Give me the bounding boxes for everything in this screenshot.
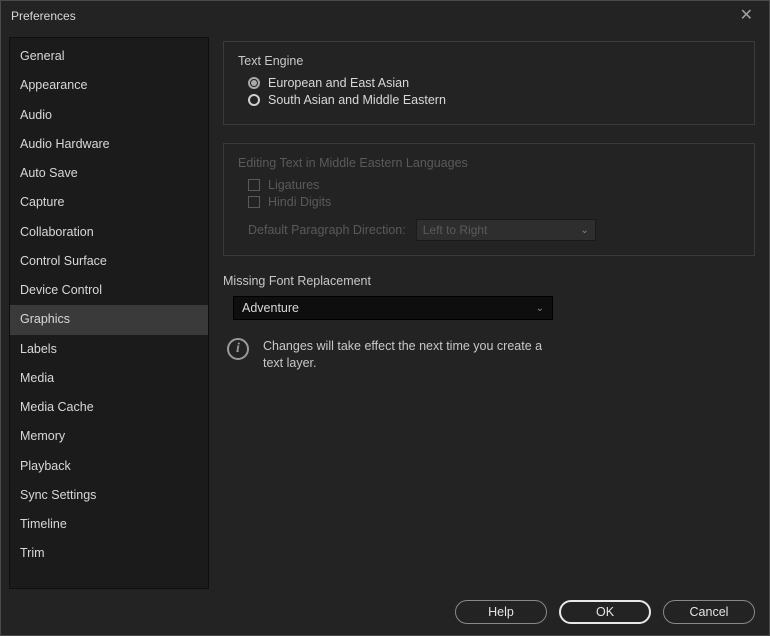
direction-select: Left to Right ⌄ <box>416 219 596 241</box>
middle-eastern-title: Editing Text in Middle Eastern Languages <box>238 156 740 170</box>
dialog-footer: Help OK Cancel <box>1 589 769 635</box>
direction-value: Left to Right <box>423 223 488 237</box>
sidebar-item-appearance[interactable]: Appearance <box>10 71 208 100</box>
sidebar-item-graphics[interactable]: Graphics <box>10 305 208 334</box>
info-notice: i Changes will take effect the next time… <box>223 338 755 372</box>
font-replacement-group: Missing Font Replacement Adventure ⌄ <box>223 274 755 320</box>
checkbox-ligatures: Ligatures <box>248 178 740 192</box>
sidebar-item-media-cache[interactable]: Media Cache <box>10 393 208 422</box>
checkbox-icon <box>248 179 260 191</box>
sidebar-item-device-control[interactable]: Device Control <box>10 276 208 305</box>
text-engine-title: Text Engine <box>238 54 740 68</box>
checkbox-label: Hindi Digits <box>268 195 331 209</box>
sidebar-item-trim[interactable]: Trim <box>10 539 208 568</box>
radio-label: European and East Asian <box>268 76 409 90</box>
preferences-dialog: Preferences ✕ GeneralAppearanceAudioAudi… <box>0 0 770 636</box>
sidebar-item-playback[interactable]: Playback <box>10 452 208 481</box>
radio-icon <box>248 94 260 106</box>
text-engine-group: Text Engine European and East Asian Sout… <box>223 41 755 125</box>
chevron-down-icon: ⌄ <box>536 303 544 314</box>
graphics-panel: Text Engine European and East Asian Sout… <box>217 37 761 589</box>
sidebar-item-general[interactable]: General <box>10 42 208 71</box>
ok-button[interactable]: OK <box>559 600 651 624</box>
chevron-down-icon: ⌄ <box>580 225 588 236</box>
sidebar-item-audio[interactable]: Audio <box>10 101 208 130</box>
sidebar-item-memory[interactable]: Memory <box>10 422 208 451</box>
radio-label: South Asian and Middle Eastern <box>268 93 446 107</box>
sidebar-item-control-surface[interactable]: Control Surface <box>10 247 208 276</box>
font-replacement-select[interactable]: Adventure ⌄ <box>233 296 553 320</box>
help-button[interactable]: Help <box>455 600 547 624</box>
radio-european[interactable]: European and East Asian <box>248 76 740 90</box>
radio-icon <box>248 77 260 89</box>
checkbox-icon <box>248 196 260 208</box>
sidebar-item-capture[interactable]: Capture <box>10 188 208 217</box>
titlebar: Preferences ✕ <box>1 1 769 31</box>
checkbox-label: Ligatures <box>268 178 319 192</box>
sidebar-item-timeline[interactable]: Timeline <box>10 510 208 539</box>
sidebar-item-collaboration[interactable]: Collaboration <box>10 218 208 247</box>
window-title: Preferences <box>11 9 76 23</box>
sidebar-item-labels[interactable]: Labels <box>10 335 208 364</box>
sidebar-item-auto-save[interactable]: Auto Save <box>10 159 208 188</box>
close-icon[interactable]: ✕ <box>734 6 759 26</box>
sidebar-item-media[interactable]: Media <box>10 364 208 393</box>
middle-eastern-group: Editing Text in Middle Eastern Languages… <box>223 143 755 256</box>
cancel-button[interactable]: Cancel <box>663 600 755 624</box>
direction-label: Default Paragraph Direction: <box>248 223 406 237</box>
font-replacement-value: Adventure <box>242 301 299 315</box>
sidebar-item-sync-settings[interactable]: Sync Settings <box>10 481 208 510</box>
info-icon: i <box>227 338 249 360</box>
checkbox-hindi-digits: Hindi Digits <box>248 195 740 209</box>
info-text: Changes will take effect the next time y… <box>263 338 563 372</box>
category-sidebar: GeneralAppearanceAudioAudio HardwareAuto… <box>9 37 209 589</box>
sidebar-item-audio-hardware[interactable]: Audio Hardware <box>10 130 208 159</box>
font-replacement-title: Missing Font Replacement <box>223 274 755 288</box>
radio-south-asian[interactable]: South Asian and Middle Eastern <box>248 93 740 107</box>
